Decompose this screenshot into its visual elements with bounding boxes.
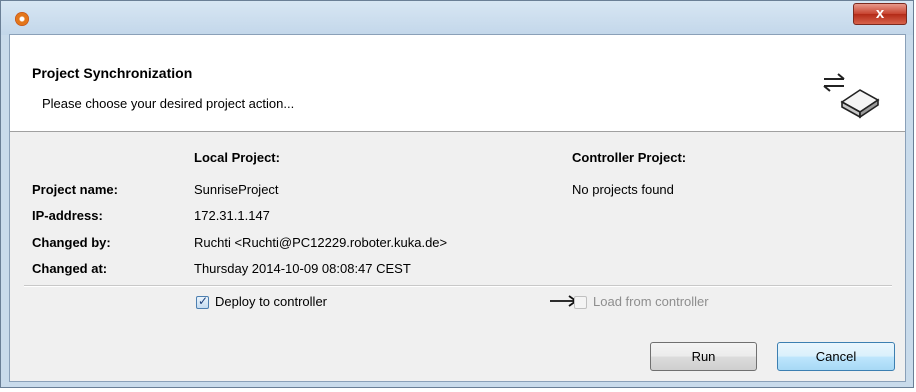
run-button[interactable]: Run (650, 342, 757, 371)
title-bar[interactable]: x (1, 1, 913, 35)
changed-by-label: Changed by: (32, 235, 111, 250)
ip-address-label: IP-address: (32, 208, 103, 223)
app-icon (15, 12, 29, 26)
local-ip-address: 172.31.1.147 (194, 208, 270, 223)
dialog-title: Project Synchronization (32, 65, 193, 81)
controller-project-header: Controller Project: (572, 150, 687, 165)
dialog-subtitle: Please choose your desired project actio… (42, 96, 295, 111)
load-label[interactable]: Load from controller (593, 294, 709, 309)
project-name-label: Project name: (32, 182, 118, 197)
close-button[interactable]: x (853, 3, 907, 25)
dialog-content: Project Synchronization Please choose yo… (9, 34, 906, 382)
checkmark-icon: ✓ (198, 294, 209, 308)
project-sync-icon (823, 73, 880, 119)
controller-project-name: No projects found (572, 182, 674, 197)
deploy-label[interactable]: Deploy to controller (215, 294, 327, 309)
local-project-name: SunriseProject (194, 182, 279, 197)
local-project-header: Local Project: (194, 150, 280, 165)
changed-at-label: Changed at: (32, 261, 108, 276)
local-changed-at: Thursday 2014-10-09 08:08:47 CEST (194, 261, 411, 276)
cancel-button[interactable]: Cancel (777, 342, 895, 371)
load-checkbox[interactable] (574, 296, 587, 309)
close-icon: x (875, 5, 885, 22)
separator (24, 285, 892, 287)
local-changed-by: Ruchti <Ruchti@PC12229.roboter.kuka.de> (194, 235, 448, 250)
dialog-window: x Project Synchronization Please choose … (0, 0, 914, 388)
deploy-checkbox[interactable]: ✓ (196, 294, 209, 309)
dialog-header: Project Synchronization Please choose yo… (10, 35, 905, 132)
